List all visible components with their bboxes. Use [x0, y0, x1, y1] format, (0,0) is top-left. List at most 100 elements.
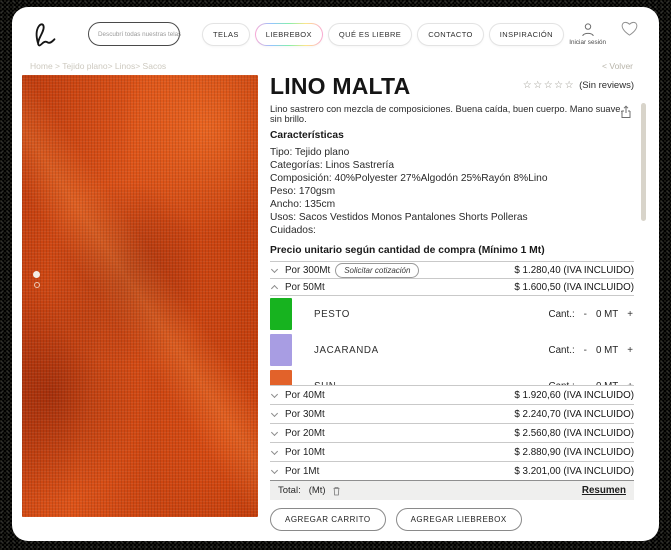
- characteristic-ancho: Ancho: 135cm: [270, 198, 634, 211]
- summary-link[interactable]: Resumen: [582, 485, 626, 496]
- tier-row-30mt[interactable]: Por 30Mt $ 2.240,70 (IVA INCLUIDO): [270, 404, 634, 423]
- quantity-stepper: Cant.: - 0 MT +: [549, 381, 634, 386]
- product-image[interactable]: [22, 75, 258, 517]
- scrollbar-thumb[interactable]: [641, 103, 646, 221]
- color-name: PESTO: [314, 309, 350, 320]
- chevron-down-icon: [271, 428, 278, 435]
- characteristic-peso: Peso: 170gsm: [270, 185, 634, 198]
- rating: ☆☆☆☆☆ (Sin reviews): [523, 80, 634, 91]
- nav-item-contacto[interactable]: CONTACTO: [417, 23, 484, 46]
- nav-item-liebrebox[interactable]: LIEBREBOX: [255, 23, 323, 46]
- characteristics-title: Características: [270, 130, 634, 141]
- tier-row-40mt[interactable]: Por 40Mt $ 1.920,60 (IVA INCLUIDO): [270, 385, 634, 404]
- search-placeholder: Descubrí todas nuestras telas: [98, 31, 181, 38]
- chevron-down-icon: [271, 390, 278, 397]
- request-quote-button[interactable]: Solicitar cotización: [335, 263, 419, 278]
- main-nav: TELAS LIEBREBOX QUÉ ES LIEBRE CONTACTO I…: [202, 23, 564, 46]
- chevron-down-icon: [271, 265, 278, 272]
- characteristic-tipo: Tipo: Tejido plano: [270, 146, 634, 159]
- total-bar: Total: (Mt) Resumen: [270, 481, 634, 500]
- quantity-value: 0 MT: [596, 345, 618, 356]
- quantity-value: 0 MT: [596, 309, 618, 320]
- tier-label: Por 40Mt: [285, 390, 325, 401]
- decrement-button[interactable]: -: [583, 309, 588, 320]
- title-row: LINO MALTA ☆☆☆☆☆ (Sin reviews): [270, 75, 634, 99]
- color-row-jacaranda: JACARANDA Cant.: - 0 MT +: [270, 332, 634, 368]
- color-row-pesto: PESTO Cant.: - 0 MT +: [270, 296, 634, 332]
- decrement-button[interactable]: -: [583, 345, 588, 356]
- characteristic-cuidados: Cuidados:: [270, 224, 634, 237]
- tier-row-10mt[interactable]: Por 10Mt $ 2.880,90 (IVA INCLUIDO): [270, 442, 634, 461]
- color-name: SUN: [314, 381, 337, 386]
- tier-row-50mt[interactable]: Por 50Mt $ 1.600,50 (IVA INCLUIDO): [270, 278, 634, 295]
- total-label: Total:: [278, 485, 301, 496]
- color-name: JACARANDA: [314, 345, 379, 356]
- nav-item-telas[interactable]: TELAS: [202, 23, 250, 46]
- tier-label: Por 1Mt: [285, 466, 319, 477]
- chevron-down-icon: [271, 409, 278, 416]
- tier-label: Por 20Mt: [285, 428, 325, 439]
- tier-row-1mt[interactable]: Por 1Mt $ 3.201,00 (IVA INCLUIDO): [270, 461, 634, 480]
- carousel-dot-inactive[interactable]: [34, 282, 40, 288]
- increment-button[interactable]: +: [626, 381, 634, 386]
- share-button[interactable]: [620, 105, 632, 124]
- heart-icon: [620, 20, 639, 37]
- total-unit: (Mt): [309, 485, 326, 496]
- color-swatch-jacaranda[interactable]: [270, 334, 292, 366]
- image-carousel-dots: [33, 271, 40, 288]
- product-details: LINO MALTA ☆☆☆☆☆ (Sin reviews) Lino sast…: [270, 69, 634, 531]
- color-swatch-pesto[interactable]: [270, 298, 292, 330]
- tier-price: $ 1.280,40 (IVA INCLUIDO): [514, 265, 634, 276]
- add-to-cart-button[interactable]: AGREGAR CARRITO: [270, 508, 386, 531]
- quantity-stepper: Cant.: - 0 MT +: [549, 345, 634, 356]
- quantity-label: Cant.:: [549, 345, 575, 356]
- clear-selection-button[interactable]: [332, 486, 341, 496]
- color-swatch-sun[interactable]: [270, 370, 292, 385]
- carousel-dot-active[interactable]: [33, 271, 40, 278]
- product-description: Lino sastrero con mezcla de composicione…: [270, 104, 634, 124]
- characteristics-list: Tipo: Tejido plano Categorías: Linos Sas…: [270, 146, 634, 237]
- chevron-down-icon: [271, 447, 278, 454]
- tier-row-300mt[interactable]: Por 300Mt Solicitar cotización $ 1.280,4…: [270, 261, 634, 278]
- search-input[interactable]: Descubrí todas nuestras telas: [88, 22, 180, 46]
- quantity-label: Cant.:: [549, 381, 575, 386]
- tier-price: $ 2.880,90 (IVA INCLUIDO): [514, 447, 634, 458]
- add-to-liebrebox-button[interactable]: AGREGAR LIEBREBOX: [396, 508, 522, 531]
- login-label: Iniciar sesión: [569, 39, 606, 46]
- tier-price: $ 1.920,60 (IVA INCLUIDO): [514, 390, 634, 401]
- tier-price: $ 3.201,00 (IVA INCLUIDO): [514, 466, 634, 477]
- tier-price: $ 1.600,50 (IVA INCLUIDO): [514, 282, 634, 293]
- increment-button[interactable]: +: [626, 309, 634, 320]
- characteristic-composicion: Composición: 40%Polyester 27%Algodón 25%…: [270, 172, 634, 185]
- user-icon: [580, 22, 596, 38]
- tier-label: Por 300Mt: [285, 265, 330, 276]
- characteristic-categorias: Categorías: Linos Sastrería: [270, 159, 634, 172]
- login-button[interactable]: Iniciar sesión: [569, 22, 606, 46]
- action-buttons: AGREGAR CARRITO AGREGAR LIEBREBOX: [270, 508, 634, 531]
- nav-item-inspiracion[interactable]: INSPIRACIÓN: [489, 23, 564, 46]
- color-variant-list: PESTO Cant.: - 0 MT + JACARANDA Cant.:: [270, 295, 634, 385]
- quantity-stepper: Cant.: - 0 MT +: [549, 309, 634, 320]
- tier-label: Por 10Mt: [285, 447, 325, 458]
- decrement-button[interactable]: -: [583, 381, 588, 386]
- tier-price: $ 2.560,80 (IVA INCLUIDO): [514, 428, 634, 439]
- pricing-tiers: Por 300Mt Solicitar cotización $ 1.280,4…: [270, 261, 634, 481]
- tier-label: Por 30Mt: [285, 409, 325, 420]
- chevron-down-icon: [271, 466, 278, 473]
- page-background: Descubrí todas nuestras telas TELAS LIEB…: [0, 0, 671, 550]
- trash-icon: [332, 486, 341, 496]
- chevron-up-icon: [271, 284, 278, 291]
- characteristic-usos: Usos: Sacos Vestidos Monos Pantalones Sh…: [270, 211, 634, 224]
- brand-logo-icon[interactable]: [30, 19, 58, 49]
- tier-row-20mt[interactable]: Por 20Mt $ 2.560,80 (IVA INCLUIDO): [270, 423, 634, 442]
- star-rating-icons: ☆☆☆☆☆: [523, 80, 575, 91]
- nav-item-que-es-liebre[interactable]: QUÉ ES LIEBRE: [328, 23, 412, 46]
- breadcrumb-row: Home > Tejido plano> Linos> Sacos < Volv…: [12, 49, 659, 71]
- quantity-label: Cant.:: [549, 309, 575, 320]
- breadcrumb[interactable]: Home > Tejido plano> Linos> Sacos: [30, 61, 166, 71]
- increment-button[interactable]: +: [626, 345, 634, 356]
- wishlist-button[interactable]: [620, 20, 639, 42]
- store-page-card: Descubrí todas nuestras telas TELAS LIEB…: [12, 7, 659, 541]
- quantity-value: 0 MT: [596, 381, 618, 386]
- share-icon: [620, 105, 632, 119]
